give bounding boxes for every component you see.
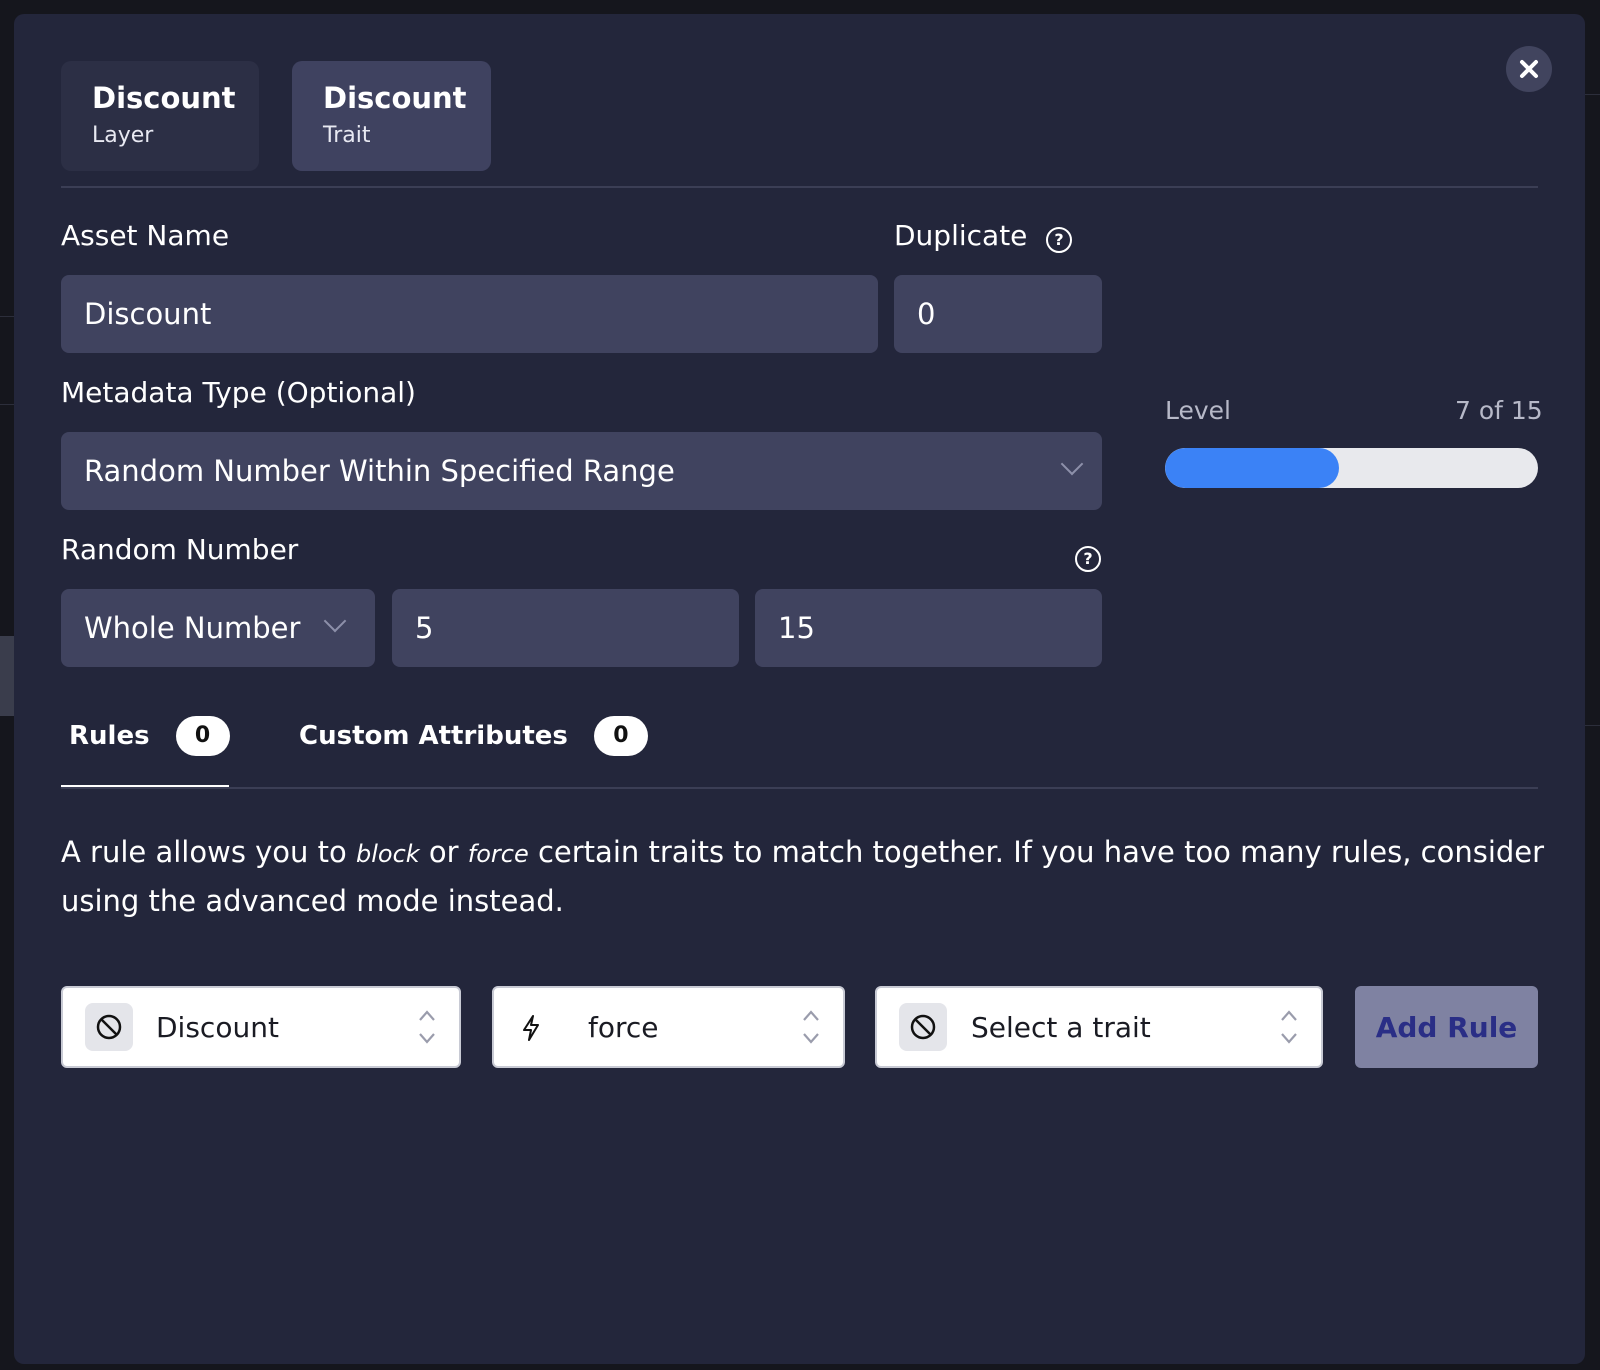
header-divider bbox=[61, 186, 1538, 188]
chevron-up-down-icon bbox=[1281, 1010, 1297, 1044]
chevron-up-down-icon bbox=[803, 1010, 819, 1044]
number-type-value: Whole Number bbox=[84, 611, 301, 645]
block-icon bbox=[910, 1014, 936, 1040]
level-value: 7 of 15 bbox=[1455, 396, 1543, 425]
block-icon-chip bbox=[85, 1003, 133, 1051]
tabs-divider bbox=[61, 787, 1538, 789]
rules-count-badge: 0 bbox=[175, 716, 230, 756]
chevron-down-icon bbox=[323, 609, 347, 633]
asset-name-value: Discount bbox=[84, 297, 212, 331]
rule-trait-b-select[interactable]: Select a trait bbox=[875, 986, 1323, 1068]
block-icon bbox=[96, 1014, 122, 1040]
tab-trait-subtitle: Trait bbox=[323, 123, 371, 148]
rules-desc-part: A rule allows you to bbox=[61, 835, 356, 869]
random-max-input[interactable]: 15 bbox=[755, 589, 1102, 667]
rules-description: A rule allows you to block or force cert… bbox=[61, 829, 1551, 925]
tab-layer[interactable]: Discount Layer bbox=[61, 61, 259, 171]
level-label: Level bbox=[1165, 396, 1231, 425]
duplicate-help-icon[interactable]: ? bbox=[1046, 227, 1072, 253]
chevron-down-icon bbox=[1060, 452, 1084, 476]
number-type-select[interactable]: Whole Number bbox=[61, 589, 375, 667]
block-icon-chip bbox=[899, 1003, 947, 1051]
rules-desc-force: force bbox=[467, 840, 529, 868]
tab-rules-label: Rules bbox=[69, 721, 150, 751]
random-min-value: 5 bbox=[415, 611, 434, 645]
metadata-type-select[interactable]: Random Number Within Specified Range bbox=[61, 432, 1102, 510]
metadata-type-value: Random Number Within Specified Range bbox=[84, 454, 675, 488]
metadata-type-label: Metadata Type (Optional) bbox=[61, 376, 416, 409]
rule-operator-value: force bbox=[588, 1010, 659, 1044]
close-icon bbox=[1520, 60, 1538, 78]
tab-layer-title: Discount bbox=[92, 81, 236, 115]
tab-custom-attributes[interactable]: Custom Attributes 0 bbox=[299, 714, 648, 758]
asset-name-input[interactable]: Discount bbox=[61, 275, 878, 353]
background-divider bbox=[0, 404, 14, 405]
rule-trait-b-placeholder: Select a trait bbox=[971, 1010, 1151, 1044]
rule-trait-a-value: Discount bbox=[156, 1010, 279, 1044]
random-max-value: 15 bbox=[778, 611, 815, 645]
rule-operator-select[interactable]: force bbox=[492, 986, 845, 1068]
duplicate-value: 0 bbox=[917, 297, 936, 331]
chevron-up-down-icon bbox=[419, 1010, 435, 1044]
level-progress-fill bbox=[1165, 448, 1340, 488]
tab-trait[interactable]: Discount Trait bbox=[292, 61, 491, 171]
background-divider bbox=[0, 316, 14, 317]
lightning-icon bbox=[523, 1015, 539, 1041]
duplicate-label: Duplicate bbox=[894, 219, 1028, 252]
background-panel bbox=[0, 636, 14, 716]
tab-custom-attributes-label: Custom Attributes bbox=[299, 721, 568, 751]
rules-desc-block: block bbox=[355, 840, 420, 868]
random-number-help-icon[interactable]: ? bbox=[1075, 546, 1101, 572]
rule-trait-a-select[interactable]: Discount bbox=[61, 986, 461, 1068]
rules-desc-part: or bbox=[419, 835, 468, 869]
random-min-input[interactable]: 5 bbox=[392, 589, 739, 667]
close-button[interactable] bbox=[1506, 46, 1552, 92]
add-rule-button[interactable]: Add Rule bbox=[1355, 986, 1538, 1068]
tab-rules[interactable]: Rules 0 bbox=[69, 714, 230, 758]
tab-trait-title: Discount bbox=[323, 81, 467, 115]
random-number-label: Random Number bbox=[61, 533, 299, 566]
custom-attributes-count-badge: 0 bbox=[593, 716, 648, 756]
duplicate-input[interactable]: 0 bbox=[894, 275, 1102, 353]
level-progress-bar bbox=[1165, 448, 1538, 488]
tab-layer-subtitle: Layer bbox=[92, 123, 154, 148]
edit-trait-modal: Discount Layer Discount Trait Asset Name… bbox=[14, 14, 1585, 1364]
asset-name-label: Asset Name bbox=[61, 219, 230, 252]
